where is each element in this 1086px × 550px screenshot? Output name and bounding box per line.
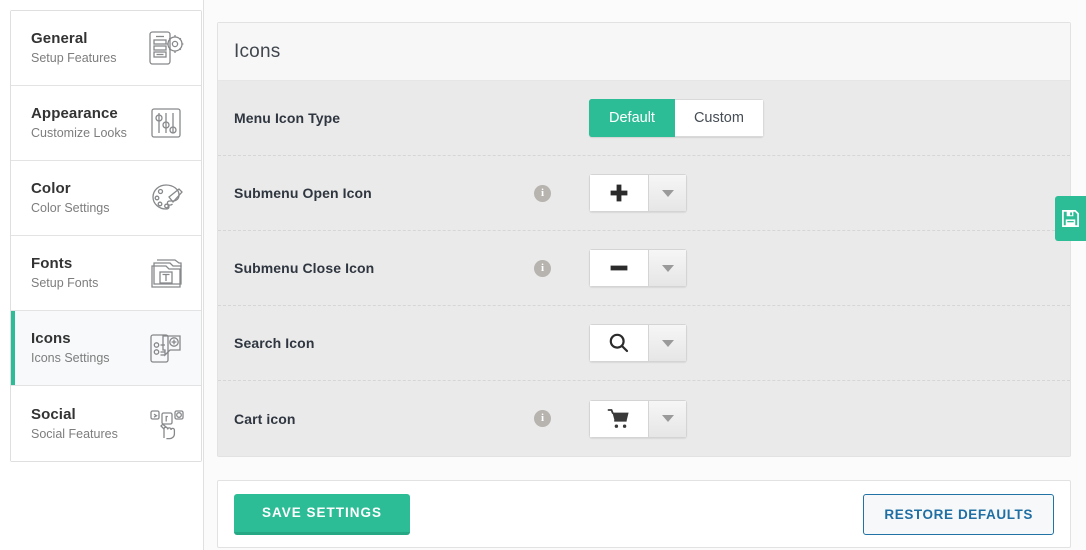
sidebar-item-subtitle: Social Features	[31, 427, 118, 441]
sidebar-item-fonts[interactable]: Fonts Setup Fonts	[11, 236, 201, 311]
menu-icon-type-toggle: Default Custom	[589, 99, 764, 137]
sidebar-item-title: Color	[31, 180, 110, 197]
chevron-down-icon	[662, 415, 674, 422]
sidebar-item-text: Fonts Setup Fonts	[31, 255, 98, 291]
sidebar-item-text: Color Color Settings	[31, 180, 110, 216]
action-bar: SAVE SETTINGS RESTORE DEFAULTS	[217, 480, 1071, 548]
search-icon-preview-button[interactable]	[589, 324, 649, 362]
phone-bubble-icon	[145, 327, 187, 369]
settings-page: General Setup Features Appea	[0, 0, 1086, 550]
sidebar-item-subtitle: Color Settings	[31, 201, 110, 215]
chevron-down-icon	[662, 190, 674, 197]
info-slot: i	[534, 410, 589, 427]
restore-defaults-button[interactable]: RESTORE DEFAULTS	[863, 494, 1054, 535]
floppy-disk-icon	[1061, 209, 1080, 228]
menu-icon-type-default-button[interactable]: Default	[589, 99, 675, 137]
setting-control	[589, 400, 687, 438]
setting-row-search-icon: Search Icon i	[218, 306, 1070, 381]
phone-gear-icon	[145, 27, 187, 69]
setting-label: Cart icon	[234, 411, 534, 427]
sidebar-item-title: Social	[31, 406, 118, 423]
info-slot: i	[534, 260, 589, 277]
sidebar-item-subtitle: Setup Fonts	[31, 276, 98, 290]
sidebar-item-text: General Setup Features	[31, 30, 116, 66]
menu-icon-type-custom-button[interactable]: Custom	[675, 99, 764, 137]
submenu-close-icon-dropdown-button[interactable]	[649, 249, 687, 287]
icons-settings-card: Icons Menu Icon Type i Default Custom	[217, 22, 1071, 457]
cart-icon-dropdown-button[interactable]	[649, 400, 687, 438]
info-slot: i	[534, 185, 589, 202]
magnifier-icon	[607, 331, 631, 355]
floating-save-tab[interactable]	[1055, 196, 1086, 241]
sidebar-item-icons[interactable]: Icons Icons Settings	[11, 311, 201, 386]
submenu-close-icon-preview-button[interactable]	[589, 249, 649, 287]
cart-icon-picker	[589, 400, 687, 438]
minus-icon	[608, 257, 630, 279]
sidebar-item-appearance[interactable]: Appearance Customize Looks	[11, 86, 201, 161]
search-icon-dropdown-button[interactable]	[649, 324, 687, 362]
setting-control: Default Custom	[589, 99, 764, 137]
card-body: Menu Icon Type i Default Custom Submenu …	[218, 81, 1070, 456]
sidebar-item-subtitle: Customize Looks	[31, 126, 127, 140]
social-hand-icon	[145, 403, 187, 445]
info-icon[interactable]: i	[534, 260, 551, 277]
setting-label: Submenu Open Icon	[234, 185, 534, 201]
setting-label: Search Icon	[234, 335, 534, 351]
sidebar-item-social[interactable]: Social Social Features	[11, 386, 201, 461]
page-title: Icons	[234, 41, 280, 63]
sidebar-item-title: Fonts	[31, 255, 98, 272]
sidebar-item-general[interactable]: General Setup Features	[11, 11, 201, 86]
setting-row-cart-icon: Cart icon i	[218, 381, 1070, 456]
submenu-open-icon-preview-button[interactable]	[589, 174, 649, 212]
sidebar-item-subtitle: Setup Features	[31, 51, 116, 65]
setting-label: Submenu Close Icon	[234, 260, 534, 276]
shopping-cart-icon	[607, 408, 631, 430]
sidebar-item-text: Appearance Customize Looks	[31, 105, 127, 141]
submenu-close-icon-picker	[589, 249, 687, 287]
info-slot: i	[534, 335, 589, 352]
settings-content: Icons Menu Icon Type i Default Custom	[203, 0, 1086, 550]
submenu-open-icon-dropdown-button[interactable]	[649, 174, 687, 212]
setting-control	[589, 324, 687, 362]
sliders-icon	[145, 102, 187, 144]
setting-control	[589, 249, 687, 287]
save-settings-button[interactable]: SAVE SETTINGS	[234, 494, 410, 535]
search-icon-picker	[589, 324, 687, 362]
settings-sidebar: General Setup Features Appea	[10, 10, 202, 462]
sidebar-item-title: General	[31, 30, 116, 47]
palette-icon	[145, 177, 187, 219]
setting-control	[589, 174, 687, 212]
chevron-down-icon	[662, 265, 674, 272]
sidebar-item-color[interactable]: Color Color Settings	[11, 161, 201, 236]
info-icon[interactable]: i	[534, 185, 551, 202]
folder-type-icon	[145, 252, 187, 294]
chevron-down-icon	[662, 340, 674, 347]
cart-icon-preview-button[interactable]	[589, 400, 649, 438]
setting-label: Menu Icon Type	[234, 110, 534, 126]
info-icon[interactable]: i	[534, 410, 551, 427]
sidebar-item-title: Icons	[31, 330, 110, 347]
setting-row-submenu-open-icon: Submenu Open Icon i	[218, 156, 1070, 231]
sidebar-item-text: Social Social Features	[31, 406, 118, 442]
submenu-open-icon-picker	[589, 174, 687, 212]
info-slot: i	[534, 110, 589, 127]
sidebar-item-text: Icons Icons Settings	[31, 330, 110, 366]
setting-row-submenu-close-icon: Submenu Close Icon i	[218, 231, 1070, 306]
sidebar-item-title: Appearance	[31, 105, 127, 122]
card-header: Icons	[218, 23, 1070, 81]
setting-row-menu-icon-type: Menu Icon Type i Default Custom	[218, 81, 1070, 156]
sidebar-item-subtitle: Icons Settings	[31, 351, 110, 365]
plus-icon	[608, 182, 630, 204]
